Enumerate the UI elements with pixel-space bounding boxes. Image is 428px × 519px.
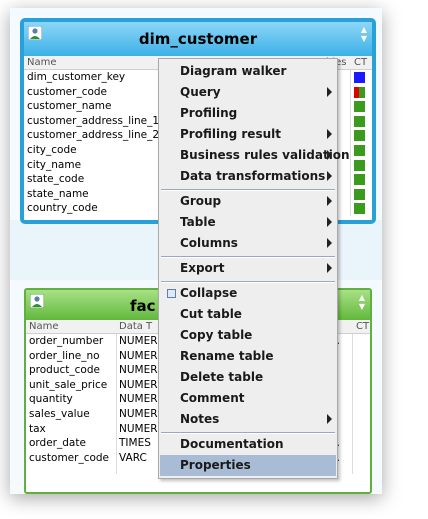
column-data-type: NUMER <box>119 335 158 347</box>
column-name: customer_name <box>27 100 112 113</box>
menu-item-cut-table[interactable]: Cut table <box>160 304 336 325</box>
ct-indicator <box>354 115 365 127</box>
column-header-name: Name <box>29 321 59 332</box>
menu-item-label: Group <box>180 194 222 208</box>
menu-item-copy-table[interactable]: Copy table <box>160 325 336 346</box>
menu-item-label: Rename table <box>180 349 274 363</box>
menu-item-query[interactable]: Query <box>160 82 336 103</box>
menu-item-properties[interactable]: Properties <box>160 455 336 476</box>
column-data-type: TIMES <box>119 437 151 450</box>
diagram-canvas[interactable]: dim_customer ▲▼ Name bles CT dim_custome… <box>10 8 382 494</box>
ct-indicator <box>354 72 365 83</box>
menu-item-data-transformations[interactable]: Data transformations <box>160 166 336 187</box>
menu-item-label: Columns <box>180 236 238 250</box>
ct-indicator <box>354 144 365 156</box>
column-name: product_code <box>29 364 100 377</box>
menu-item-columns[interactable]: Columns <box>160 233 336 254</box>
menu-item-comment[interactable]: Comment <box>160 388 336 409</box>
menu-item-rename-table[interactable]: Rename table <box>160 346 336 367</box>
ct-indicator <box>354 101 365 113</box>
menu-item-group[interactable]: Group <box>160 191 336 212</box>
submenu-arrow-icon <box>327 87 332 97</box>
submenu-arrow-icon <box>327 238 332 248</box>
table-owner-icon <box>30 294 44 308</box>
ct-indicator <box>354 188 365 200</box>
ct-indicator <box>354 130 365 142</box>
menu-item-label: Export <box>180 261 225 275</box>
column-name: order_date <box>29 437 86 450</box>
menu-item-label: Notes <box>180 412 220 426</box>
column-header-ct: CT <box>354 57 368 68</box>
column-name: order_number <box>29 335 104 347</box>
submenu-arrow-icon <box>327 414 332 424</box>
menu-item-label: Profiling result <box>180 127 281 141</box>
menu-item-label: Properties <box>180 458 251 472</box>
ct-indicator <box>354 203 365 215</box>
column-data-type: VARC <box>119 451 147 464</box>
menu-item-label: Query <box>180 85 221 99</box>
submenu-arrow-icon <box>327 217 332 227</box>
column-name: customer_address_line_2 <box>27 129 160 142</box>
table-title: dim_customer <box>138 30 258 48</box>
menu-item-label: Business rules validation <box>180 148 350 162</box>
column-name: city_name <box>27 158 82 171</box>
submenu-arrow-icon <box>327 263 332 273</box>
menu-item-export[interactable]: Export <box>160 258 336 279</box>
collapse-arrows-icon[interactable]: ▲ ▼ <box>357 293 367 311</box>
column-name: order_line_no <box>29 349 100 362</box>
checkbox-icon[interactable] <box>167 289 176 298</box>
submenu-arrow-icon <box>327 171 332 181</box>
menu-item-table[interactable]: Table <box>160 212 336 233</box>
menu-item-profiling-result[interactable]: Profiling result <box>160 124 336 145</box>
column-name: customer_code <box>29 451 110 464</box>
menu-item-label: Diagram walker <box>180 64 287 78</box>
column-header-type: Data T <box>119 321 153 332</box>
column-data-type: NUMER <box>119 393 158 406</box>
column-name: tax <box>29 422 46 435</box>
menu-item-notes[interactable]: Notes <box>160 409 336 430</box>
column-data-type: NUMER <box>119 422 158 435</box>
menu-item-collapse[interactable]: Collapse <box>160 283 336 304</box>
menu-item-label: Comment <box>180 391 245 405</box>
ct-indicator <box>359 86 365 98</box>
menu-item-delete-table[interactable]: Delete table <box>160 367 336 388</box>
column-name: sales_value <box>29 407 90 420</box>
column-header-ct: CT <box>356 321 370 332</box>
column-name: state_name <box>27 187 89 200</box>
column-name: customer_code <box>27 85 108 98</box>
context-menu: Diagram walker Query Profiling Profiling re… <box>158 58 350 479</box>
menu-item-label: Cut table <box>180 307 242 321</box>
column-name: country_code <box>27 202 98 215</box>
menu-item-documentation[interactable]: Documentation <box>160 434 336 455</box>
menu-item-business-rules-validation[interactable]: Business rules validation <box>160 145 350 166</box>
column-data-type: NUMER <box>119 407 158 420</box>
column-data-type: NUMER <box>119 364 158 377</box>
column-data-type: NUMER <box>119 349 158 362</box>
menu-item-label: Copy table <box>180 328 253 342</box>
column-name: state_code <box>27 173 85 186</box>
collapse-arrows-icon[interactable]: ▲ ▼ <box>359 25 369 43</box>
column-name: customer_address_line_1 <box>27 114 160 127</box>
menu-item-label: Table <box>180 215 216 229</box>
menu-item-profiling[interactable]: Profiling <box>160 103 336 124</box>
menu-item-label: Documentation <box>180 437 284 451</box>
column-name: quantity <box>29 393 73 406</box>
column-data-type: NUMER <box>119 378 158 391</box>
submenu-arrow-icon <box>327 150 332 160</box>
submenu-arrow-icon <box>327 129 332 139</box>
menu-item-diagram-walker[interactable]: Diagram walker <box>160 61 336 82</box>
table-header[interactable]: dim_customer ▲ ▼ <box>24 22 372 56</box>
column-header-name: Name <box>27 57 57 68</box>
ct-indicator <box>354 159 365 171</box>
ct-indicator <box>354 174 365 186</box>
menu-item-label: Data transformations <box>180 169 326 183</box>
menu-item-label: Collapse <box>180 286 238 300</box>
column-name: city_code <box>27 143 77 156</box>
submenu-arrow-icon <box>327 196 332 206</box>
column-name: dim_customer_key <box>27 71 126 83</box>
menu-item-label: Profiling <box>180 106 238 120</box>
menu-item-label: Delete table <box>180 370 264 384</box>
column-name: unit_sale_price <box>29 378 108 391</box>
